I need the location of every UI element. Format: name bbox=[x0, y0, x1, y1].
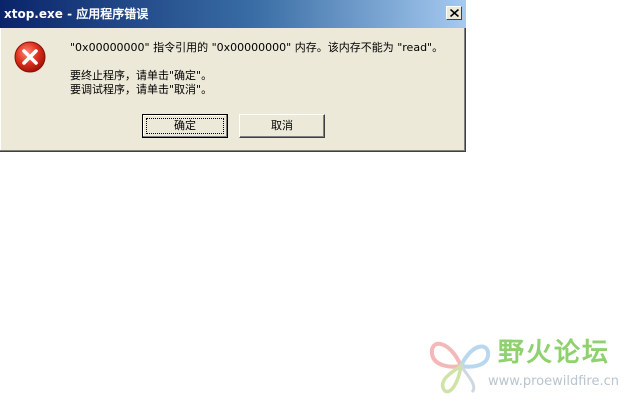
error-icon bbox=[14, 41, 46, 73]
watermark-url: www.proewildfire.cn bbox=[488, 374, 619, 389]
desktop: xtop.exe - 应用程序错误 "0x00000000" 指令引用的 "0x… bbox=[0, 0, 640, 400]
cancel-button-label: 取消 bbox=[271, 119, 293, 132]
terminate-instruction: 要终止程序，请单击"确定"。 bbox=[70, 69, 213, 82]
dialog-title: xtop.exe - 应用程序错误 bbox=[4, 7, 149, 21]
dialog-titlebar[interactable]: xtop.exe - 应用程序错误 bbox=[0, 0, 466, 28]
watermark-title: 野火论坛 bbox=[498, 338, 611, 368]
cancel-button[interactable]: 取消 bbox=[239, 114, 325, 138]
error-message: "0x00000000" 指令引用的 "0x00000000" 内存。该内存不能… bbox=[70, 41, 444, 54]
watermark: 野火论坛 www.proewildfire.cn bbox=[428, 332, 638, 398]
close-button[interactable] bbox=[446, 6, 462, 20]
error-dialog: xtop.exe - 应用程序错误 "0x00000000" 指令引用的 "0x… bbox=[0, 0, 466, 152]
butterfly-logo-icon bbox=[429, 341, 491, 394]
close-icon bbox=[450, 9, 459, 17]
ok-button[interactable]: 确定 bbox=[142, 114, 228, 138]
debug-instruction: 要调试程序，请单击"取消"。 bbox=[70, 83, 213, 96]
ok-button-label: 确定 bbox=[174, 119, 196, 132]
